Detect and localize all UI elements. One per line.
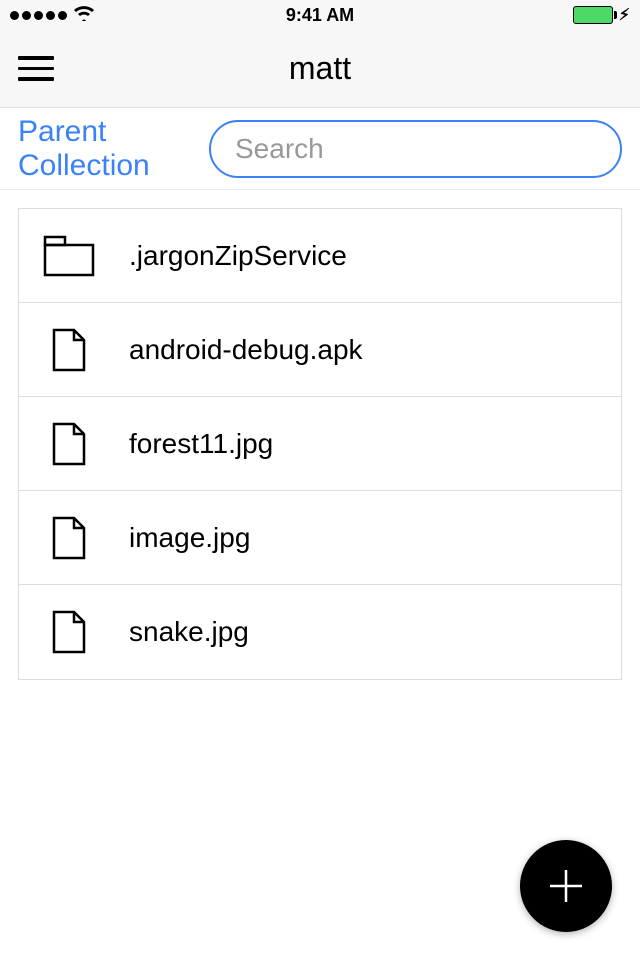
list-item-label: snake.jpg [129,616,249,648]
file-icon [43,324,95,376]
page-title: matt [18,50,622,87]
list-item[interactable]: .jargonZipService [19,209,621,303]
list-item[interactable]: image.jpg [19,491,621,585]
parent-collection-link[interactable]: Parent Collection [18,115,179,183]
battery-icon [573,6,613,24]
status-left [10,5,217,26]
file-icon [43,606,95,658]
status-time: 9:41 AM [217,5,424,26]
list-item-label: forest11.jpg [129,428,273,460]
status-bar: 9:41 AM ⚡︎ [0,0,640,30]
add-button[interactable] [520,840,612,932]
plus-icon [542,862,590,910]
title-bar: matt [0,30,640,108]
file-icon [43,512,95,564]
search-input[interactable] [209,120,622,178]
file-list: .jargonZipService android-debug.apk forest… [18,208,622,680]
list-item[interactable]: forest11.jpg [19,397,621,491]
signal-dots-icon [10,11,67,20]
charging-icon: ⚡︎ [619,5,630,25]
folder-icon [43,230,95,282]
list-item[interactable]: android-debug.apk [19,303,621,397]
action-row: Parent Collection [0,108,640,190]
file-icon [43,418,95,470]
wifi-icon [73,5,95,26]
status-right: ⚡︎ [423,5,630,25]
list-item-label: android-debug.apk [129,334,363,366]
list-item-label: .jargonZipService [129,240,347,272]
list-item-label: image.jpg [129,522,250,554]
list-item[interactable]: snake.jpg [19,585,621,679]
